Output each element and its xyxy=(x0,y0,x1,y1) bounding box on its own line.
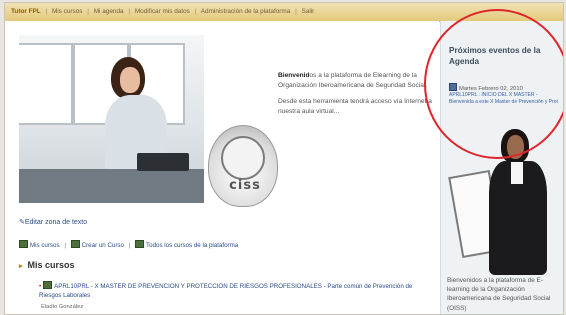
main-content: ciss Bienvenidos a la plataforma de Elea… xyxy=(5,21,439,314)
woman-face xyxy=(120,67,140,93)
quick-link-crear-curso[interactable]: Crear un Curso xyxy=(70,240,124,249)
agenda-event-link[interactable]: APRL10PRL : INICIO DEL X MASTER - Bienve… xyxy=(449,92,561,106)
welcome-paragraph-1: Bienvenidos a la plataforma de Elearning… xyxy=(278,71,436,90)
bullet-icon: • xyxy=(39,283,42,290)
oiss-logo-text: ciss xyxy=(229,178,261,193)
browser-page: Tutor FPL | Mis cursos | Mi agenda | Mod… xyxy=(4,2,564,315)
quick-link-label: Crear un Curso xyxy=(81,242,124,249)
nav-link-salir[interactable]: Salir xyxy=(302,8,315,15)
welcome-text: Bienvenidos a la plataforma de Elearning… xyxy=(278,71,436,123)
figure-shirt xyxy=(511,162,523,184)
window-pane xyxy=(19,43,73,125)
link-separator: | xyxy=(128,242,131,249)
edit-zone-label: Editar zona de texto xyxy=(24,219,88,226)
welcome-paragraph-2: Desde esta herramienta tendrá acceso vía… xyxy=(278,98,432,115)
businesswoman-illustration xyxy=(441,127,563,275)
course-teacher: Eladio González xyxy=(41,304,84,310)
sidebar-welcome-text: Bienvenidos a la plataforma de E-learnin… xyxy=(447,277,551,312)
triangle-bullet-icon: ▸ xyxy=(19,263,23,270)
course-icon xyxy=(19,240,28,248)
nav-separator: | xyxy=(194,8,197,15)
current-user-label: Tutor FPL xyxy=(11,8,41,15)
course-icon xyxy=(43,281,53,289)
nav-link-mis-cursos[interactable]: Mis cursos xyxy=(52,8,83,15)
agenda-title: Próximos eventos de la Agenda xyxy=(449,46,541,66)
quick-links: Mis cursos | Crear un Curso | Todos los … xyxy=(19,240,238,249)
course-icon xyxy=(70,240,80,248)
nav-separator: | xyxy=(295,8,297,15)
quick-link-label: Mis cursos xyxy=(30,242,60,249)
figure-face xyxy=(507,135,524,159)
link-separator: | xyxy=(64,242,66,249)
nav-separator: | xyxy=(87,8,89,15)
my-courses-heading: ▸ Mis cursos xyxy=(19,260,75,270)
hero-photo-woman-at-laptop xyxy=(19,35,204,203)
welcome-bold: Bienvenid xyxy=(278,72,310,79)
nav-link-mi-agenda[interactable]: Mi agenda xyxy=(94,8,124,15)
nav-link-administracion[interactable]: Administración de la plataforma xyxy=(201,8,291,15)
course-link[interactable]: • APRL10PRL - X MASTER DE PREVENCION Y PR… xyxy=(39,281,419,300)
top-navigation-bar: Tutor FPL | Mis cursos | Mi agenda | Mod… xyxy=(5,3,563,22)
desk xyxy=(19,169,204,203)
calendar-icon xyxy=(449,83,457,91)
nav-separator: | xyxy=(128,8,131,15)
sidebar: Próximos eventos de la Agenda Martes Feb… xyxy=(440,21,563,314)
course-icon xyxy=(135,240,145,248)
quick-link-todos-cursos[interactable]: Todos los cursos de la plataforma xyxy=(135,240,239,249)
laptop xyxy=(137,153,189,171)
course-title: APRL10PRL - X MASTER DE PREVENCION Y PRO… xyxy=(39,283,413,299)
edit-text-zone-link[interactable]: ✎Editar zona de texto xyxy=(19,218,87,226)
nav-separator: | xyxy=(45,8,48,15)
agenda-event-date: Martes Febrero 02, 2010 xyxy=(449,83,523,92)
quick-link-label: Todos los cursos de la plataforma xyxy=(146,242,239,249)
oiss-seal-icon xyxy=(221,136,265,180)
my-courses-heading-text: Mis cursos xyxy=(27,260,75,270)
quick-link-mis-cursos[interactable]: Mis cursos xyxy=(19,240,60,249)
nav-link-modificar-datos[interactable]: Modificar mis datos xyxy=(135,8,190,15)
